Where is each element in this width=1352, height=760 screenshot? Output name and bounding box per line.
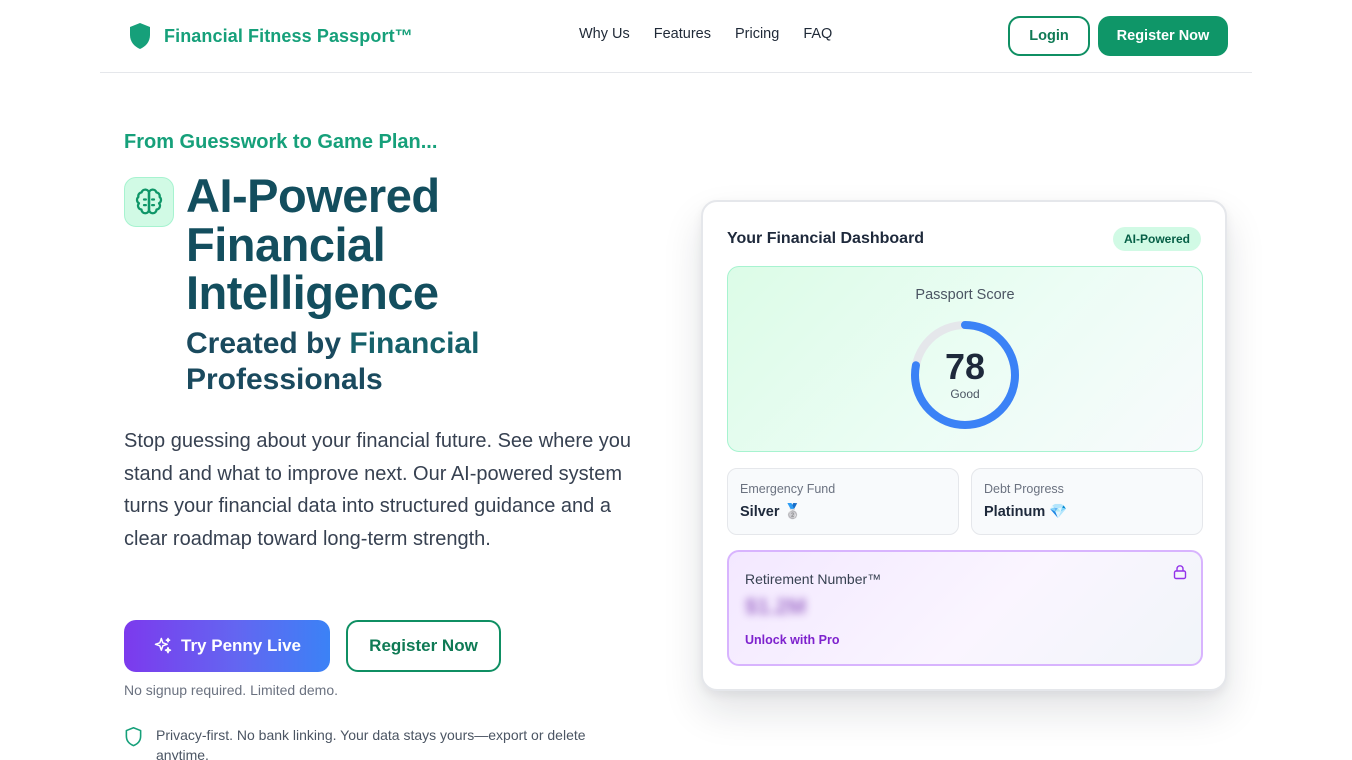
shield-check-icon — [125, 727, 142, 747]
subhead-suffix: Professionals — [186, 363, 383, 396]
debt-progress-tile: Debt Progress Platinum 💎 — [971, 468, 1203, 535]
hero-subhead: Created by Financial Professionals — [186, 326, 546, 398]
sparkle-icon — [154, 637, 172, 654]
try-penny-button[interactable]: Try Penny Live — [124, 620, 330, 672]
hero-headline: AI-Powered Financial Intelligence — [186, 169, 440, 319]
score-label: Passport Score — [915, 287, 1015, 303]
debt-progress-label: Debt Progress — [984, 482, 1064, 496]
try-penny-label: Try Penny Live — [181, 636, 301, 655]
debt-progress-value: Platinum 💎 — [984, 504, 1068, 520]
nav-faq[interactable]: FAQ — [803, 26, 832, 42]
ai-powered-badge: AI-Powered — [1112, 227, 1201, 251]
nav-why-us[interactable]: Why Us — [579, 26, 630, 42]
register-button[interactable]: Register Now — [1098, 16, 1228, 56]
retirement-value-blurred: $1.2M — [745, 594, 807, 619]
hero-description: Stop guessing about your financial futur… — [124, 430, 631, 550]
retirement-label: Retirement Number™ — [745, 571, 882, 587]
header-actions: Login Register Now — [1008, 16, 1228, 56]
score-rating: Good — [950, 387, 980, 401]
shield-icon — [130, 23, 150, 49]
site-header: Financial Fitness Passport™ Why Us Featu… — [100, 0, 1252, 73]
hero-register-button[interactable]: Register Now — [346, 620, 501, 672]
demo-note: No signup required. Limited demo. — [124, 682, 339, 698]
brand[interactable]: Financial Fitness Passport™ — [128, 22, 413, 50]
subhead-highlight: Financial — [349, 327, 480, 360]
dashboard-card: Your Financial Dashboard AI-Powered Pass… — [701, 200, 1227, 691]
unlock-pro-link[interactable]: Unlock with Pro — [745, 633, 839, 647]
subhead-prefix: Created by — [186, 327, 350, 360]
login-button[interactable]: Login — [1008, 16, 1090, 56]
brand-name: Financial Fitness Passport™ — [164, 25, 413, 46]
emergency-fund-tile: Emergency Fund Silver 🥈 — [727, 468, 959, 535]
retirement-number-panel[interactable]: Retirement Number™ $1.2M Unlock with Pro — [727, 550, 1203, 666]
dashboard-title: Your Financial Dashboard — [727, 230, 925, 247]
nav-features[interactable]: Features — [654, 26, 711, 42]
privacy-note: Privacy-first. No bank linking. Your dat… — [124, 725, 624, 760]
nav-pricing[interactable]: Pricing — [735, 26, 779, 42]
emergency-fund-label: Emergency Fund — [740, 482, 836, 496]
hero-eyebrow: From Guesswork to Game Plan... — [124, 131, 438, 153]
emergency-fund-value: Silver 🥈 — [740, 504, 802, 520]
privacy-text: Privacy-first. No bank linking. Your dat… — [156, 727, 586, 760]
main-nav: Why Us Features Pricing FAQ — [579, 26, 832, 42]
passport-score-panel: Passport Score 78 Good — [727, 266, 1203, 452]
lock-icon — [1173, 565, 1187, 580]
score-value: 78 — [944, 346, 986, 387]
brain-icon — [124, 177, 174, 227]
